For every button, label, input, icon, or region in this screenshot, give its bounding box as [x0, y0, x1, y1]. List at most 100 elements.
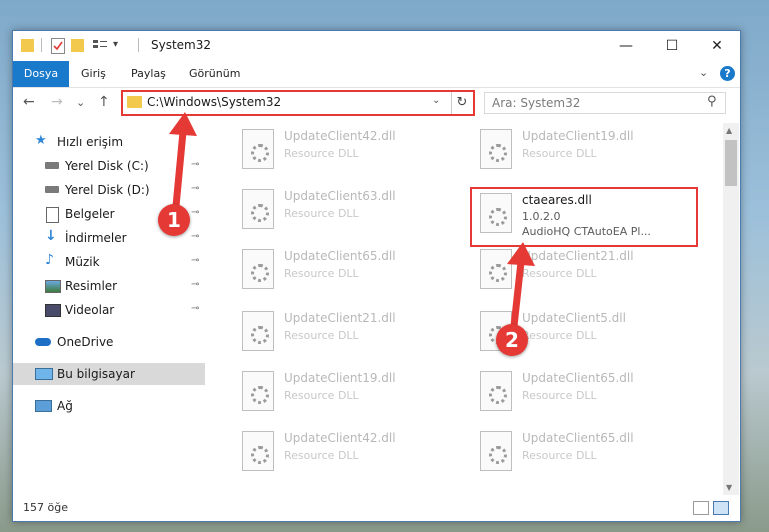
sidebar-item-videos[interactable]: Videolar ⊸: [13, 299, 205, 321]
dll-file-icon: [242, 311, 274, 351]
search-icon[interactable]: ⚲: [707, 94, 717, 109]
download-icon: ↓: [45, 228, 57, 244]
navigation-bar: ← → ⌄ ↑ C:\Windows\System32 ⌄ ↻ Ara: Sys…: [13, 88, 740, 118]
file-type: Resource DLL: [284, 147, 359, 160]
dll-file-icon: [242, 189, 274, 229]
ribbon-expand-icon[interactable]: ⌄: [699, 66, 708, 79]
tab-home[interactable]: Giriş: [81, 61, 106, 87]
highlight-box: [470, 187, 698, 247]
dll-file-icon: [242, 431, 274, 471]
properties-icon[interactable]: [51, 38, 65, 54]
network-icon: [35, 400, 52, 412]
address-dropdown-icon[interactable]: ⌄: [432, 95, 440, 106]
sidebar-item-disk-c[interactable]: Yerel Disk (C:) ⊸: [13, 155, 205, 177]
sidebar-item-label: Yerel Disk (C:): [65, 159, 149, 173]
separator: [41, 38, 42, 52]
sidebar-item-this-pc[interactable]: Bu bilgisayar: [13, 363, 205, 385]
file-name: UpdateClient65.dll: [284, 249, 396, 263]
file-type: Resource DLL: [522, 147, 597, 160]
pin-icon[interactable]: ⊸: [191, 303, 199, 314]
file-name: UpdateClient19.dll: [284, 371, 396, 385]
file-list: UpdateClient42.dll Resource DLL UpdateCl…: [218, 123, 723, 495]
sidebar-item-label: Ağ: [57, 399, 73, 413]
callout-badge-two: 2: [496, 324, 528, 356]
recent-locations-icon[interactable]: ⌄: [76, 96, 85, 109]
quick-access-dropdown-icon[interactable]: ▾: [113, 39, 118, 55]
large-icons-view-icon[interactable]: [713, 501, 729, 515]
file-type: Resource DLL: [522, 329, 597, 342]
up-button[interactable]: ↑: [98, 94, 110, 110]
dll-file-icon: [480, 129, 512, 169]
sidebar-item-pictures[interactable]: Resimler ⊸: [13, 275, 205, 297]
dll-file-icon: [480, 371, 512, 411]
details-view-icon[interactable]: [693, 501, 709, 515]
file-item[interactable]: UpdateClient42.dll Resource DLL: [232, 123, 462, 175]
file-item[interactable]: UpdateClient65.dll Resource DLL: [470, 365, 700, 417]
sidebar-item-label: Müzik: [65, 255, 100, 269]
music-icon: ♪: [45, 252, 54, 268]
drive-icon: [45, 186, 59, 193]
file-item[interactable]: UpdateClient21.dll Resource DLL: [470, 243, 700, 295]
tab-file[interactable]: Dosya: [13, 61, 69, 87]
sidebar-item-label: Resimler: [65, 279, 118, 293]
pictures-icon: [45, 280, 61, 293]
file-name: UpdateClient42.dll: [284, 431, 396, 445]
minimize-button[interactable]: —: [603, 31, 649, 61]
pin-icon[interactable]: ⊸: [191, 183, 199, 194]
customize-icon[interactable]: [93, 39, 107, 52]
sidebar-item-label: Bu bilgisayar: [57, 367, 135, 381]
scroll-up-icon[interactable]: ▲: [726, 126, 732, 135]
scrollbar-thumb[interactable]: [725, 140, 737, 186]
vertical-scrollbar[interactable]: ▲ ▼: [723, 123, 739, 495]
folder-icon: [127, 96, 142, 108]
file-item[interactable]: UpdateClient21.dll Resource DLL: [232, 305, 462, 357]
sidebar-item-disk-d[interactable]: Yerel Disk (D:) ⊸: [13, 179, 205, 201]
file-item[interactable]: UpdateClient19.dll Resource DLL: [470, 123, 700, 175]
file-name: UpdateClient42.dll: [284, 129, 396, 143]
file-type: Resource DLL: [522, 449, 597, 462]
address-path[interactable]: C:\Windows\System32: [147, 95, 281, 109]
forward-button[interactable]: →: [51, 94, 63, 110]
pin-icon[interactable]: ⊸: [191, 159, 199, 170]
star-icon: ★: [35, 133, 47, 148]
pin-icon[interactable]: ⊸: [191, 207, 199, 218]
sidebar-item-onedrive[interactable]: OneDrive: [13, 331, 205, 353]
file-item[interactable]: UpdateClient65.dll Resource DLL: [232, 243, 462, 295]
maximize-button[interactable]: ☐: [649, 31, 695, 61]
search-box[interactable]: Ara: System32 ⚲: [484, 92, 726, 114]
pin-icon[interactable]: ⊸: [191, 279, 199, 290]
dll-file-icon: [480, 249, 512, 289]
pin-icon[interactable]: ⊸: [191, 255, 199, 266]
address-bar[interactable]: C:\Windows\System32 ⌄ ↻: [121, 90, 475, 116]
tab-view[interactable]: Görünüm: [189, 61, 240, 87]
tab-share[interactable]: Paylaş: [131, 61, 166, 87]
file-item[interactable]: UpdateClient19.dll Resource DLL: [232, 365, 462, 417]
file-item[interactable]: UpdateClient65.dll Resource DLL: [470, 425, 700, 477]
dll-file-icon: [480, 431, 512, 471]
file-name: UpdateClient63.dll: [284, 189, 396, 203]
file-type: Resource DLL: [284, 267, 359, 280]
sidebar-item-label: OneDrive: [57, 335, 114, 349]
sidebar-item-network[interactable]: Ağ: [13, 395, 205, 417]
dll-file-icon: [242, 249, 274, 289]
close-button[interactable]: ✕: [694, 31, 740, 61]
new-folder-icon[interactable]: [71, 39, 84, 52]
help-icon[interactable]: ?: [720, 66, 735, 81]
explorer-window: ▾ System32 — ☐ ✕ Dosya Giriş Paylaş Görü…: [12, 30, 741, 522]
search-placeholder[interactable]: Ara: System32: [492, 96, 580, 110]
refresh-button[interactable]: ↻: [451, 92, 472, 114]
sidebar-item-quick-access[interactable]: ★ Hızlı erişim: [13, 131, 205, 153]
file-name: UpdateClient65.dll: [522, 431, 634, 445]
status-bar: 157 öğe: [13, 497, 740, 521]
pin-icon[interactable]: ⊸: [191, 231, 199, 242]
file-name: UpdateClient65.dll: [522, 371, 634, 385]
file-name: UpdateClient21.dll: [284, 311, 396, 325]
file-item[interactable]: UpdateClient63.dll Resource DLL: [232, 183, 462, 235]
computer-icon: [35, 368, 53, 380]
scroll-down-icon[interactable]: ▼: [726, 483, 732, 492]
cloud-icon: [35, 338, 51, 346]
file-item[interactable]: UpdateClient42.dll Resource DLL: [232, 425, 462, 477]
sidebar-item-music[interactable]: ♪ Müzik ⊸: [13, 251, 205, 273]
back-button[interactable]: ←: [23, 94, 35, 110]
file-type: Resource DLL: [284, 207, 359, 220]
